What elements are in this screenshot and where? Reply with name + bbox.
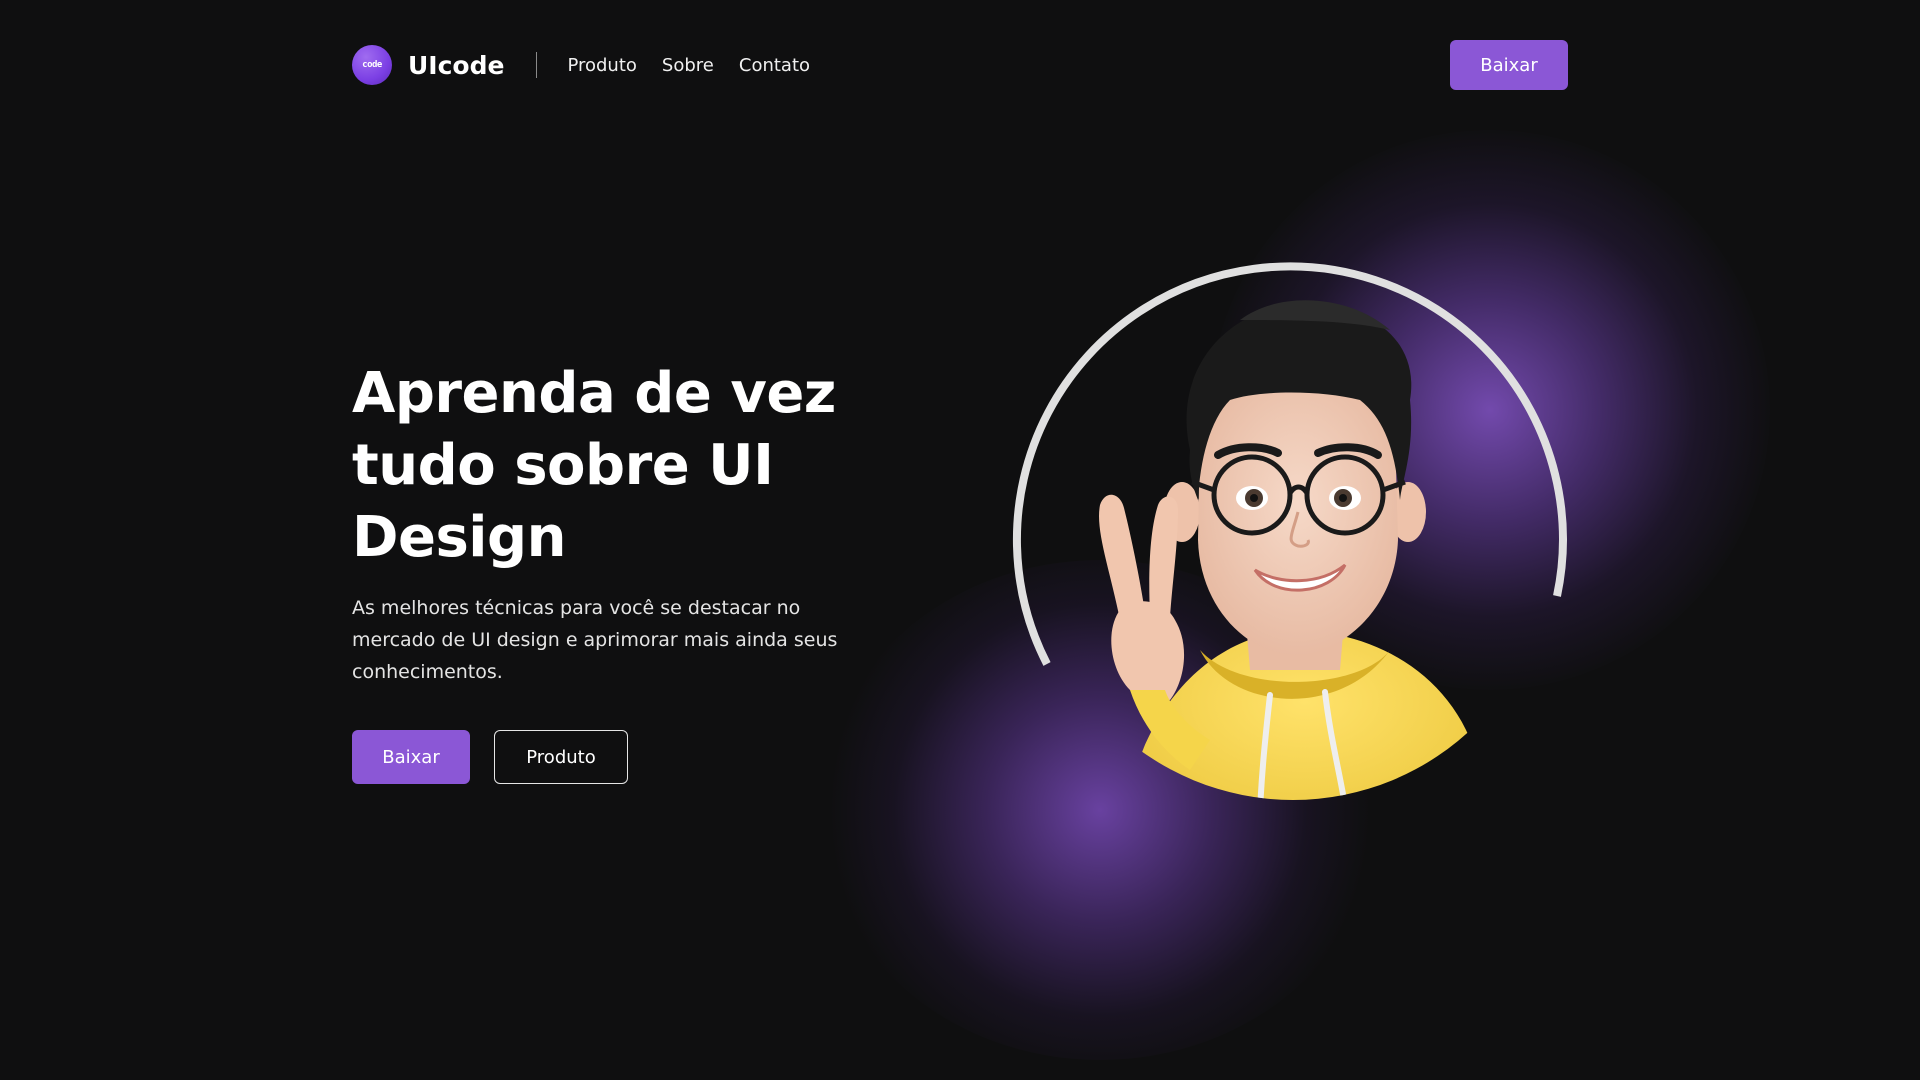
- nav-link-contato[interactable]: Contato: [739, 55, 810, 76]
- hero-subtitle: As melhores técnicas para você se destac…: [352, 597, 838, 683]
- hero-download-button[interactable]: Baixar: [352, 730, 470, 784]
- nav-link-sobre[interactable]: Sobre: [662, 55, 714, 76]
- hero-product-button[interactable]: Produto: [494, 730, 628, 784]
- avatar-peace-hand: [1099, 494, 1210, 770]
- main-nav: Produto Sobre Contato: [567, 55, 810, 76]
- landing-page: code UIcode Produto Sobre Contato Baixar…: [0, 0, 1920, 1080]
- logo-badge-icon: code: [352, 45, 392, 85]
- hero-title: Aprenda de vez tudo sobre UI Design: [352, 361, 836, 570]
- nav-link-produto[interactable]: Produto: [567, 55, 636, 76]
- avatar-figure: [1099, 300, 1500, 800]
- hero-actions: Baixar Produto: [352, 730, 628, 784]
- logo-badge-text: code: [362, 60, 382, 70]
- header-download-button[interactable]: Baixar: [1450, 40, 1568, 90]
- brand-name: UIcode: [408, 50, 505, 80]
- site-header: code UIcode Produto Sobre Contato Baixar: [352, 40, 1568, 90]
- header-divider: [536, 52, 538, 78]
- brand-logo[interactable]: code UIcode: [352, 45, 504, 85]
- avatar-illustration: [1012, 262, 1567, 800]
